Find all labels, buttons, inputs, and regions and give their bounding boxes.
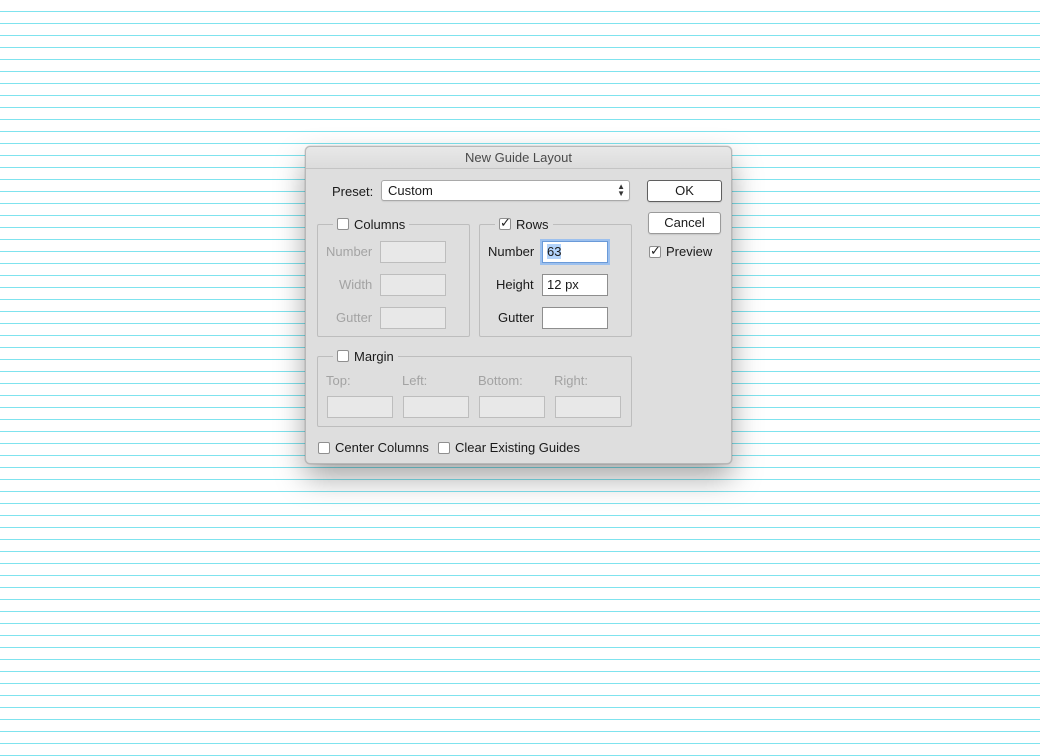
center-columns-label: Center Columns [335,440,429,455]
columns-gutter-input[interactable] [380,307,446,329]
ok-button[interactable]: OK [647,180,722,202]
clear-guides-checkbox[interactable] [438,441,450,454]
preview-checkbox[interactable]: ✓ [649,242,661,258]
margin-checkbox[interactable] [337,350,349,362]
margin-top-input[interactable] [327,396,393,418]
margin-right-label: Right: [554,373,588,388]
rows-gutter-label: Gutter [498,310,535,325]
rows-number-label: Number [488,244,535,259]
clear-guides-row[interactable]: Clear Existing Guides [438,440,580,455]
columns-legend[interactable]: Columns [333,216,410,232]
columns-checkbox[interactable] [337,218,349,230]
columns-gutter-label: Gutter [336,310,373,325]
margin-top-label: Top: [326,373,351,388]
preset-label: Preset: [332,184,374,199]
rows-checkbox[interactable]: ✓ [499,215,511,230]
preview-label: Preview [666,244,713,259]
rows-number-input[interactable]: 63 [542,241,608,263]
rows-number-value: 63 [547,244,562,259]
dialog-title: New Guide Layout [306,147,731,169]
new-guide-layout-dialog: New Guide Layout Preset: Custom ▲ ▼ OK Ca… [305,146,732,464]
preset-value: Custom [388,183,433,198]
clear-guides-label: Clear Existing Guides [455,440,580,455]
rows-legend[interactable]: ✓ Rows [495,215,553,232]
cancel-button[interactable]: Cancel [648,212,721,234]
margin-bottom-label: Bottom: [478,373,523,388]
preset-select[interactable]: Custom ▲ ▼ [381,180,630,201]
columns-label: Columns [354,216,406,232]
columns-number-label: Number [326,244,373,259]
margin-left-label: Left: [402,373,428,388]
center-columns-row[interactable]: Center Columns [318,440,429,455]
margin-right-input[interactable] [555,396,621,418]
rows-height-label: Height [496,277,534,292]
columns-number-input[interactable] [380,241,446,263]
select-arrows-icon: ▲ ▼ [617,182,625,198]
checkmark-icon: ✓ [500,215,511,230]
preview-checkbox-row[interactable]: ✓ Preview [649,242,713,259]
rows-gutter-input[interactable] [542,307,608,329]
checkmark-icon: ✓ [650,242,661,258]
rows-label: Rows [516,216,549,232]
columns-width-label: Width [339,277,373,292]
columns-width-input[interactable] [380,274,446,296]
margin-left-input[interactable] [403,396,469,418]
rows-height-input[interactable]: 12 px [542,274,608,296]
margin-legend[interactable]: Margin [333,348,398,364]
margin-label: Margin [354,348,394,364]
margin-bottom-input[interactable] [479,396,545,418]
center-columns-checkbox[interactable] [318,441,330,454]
